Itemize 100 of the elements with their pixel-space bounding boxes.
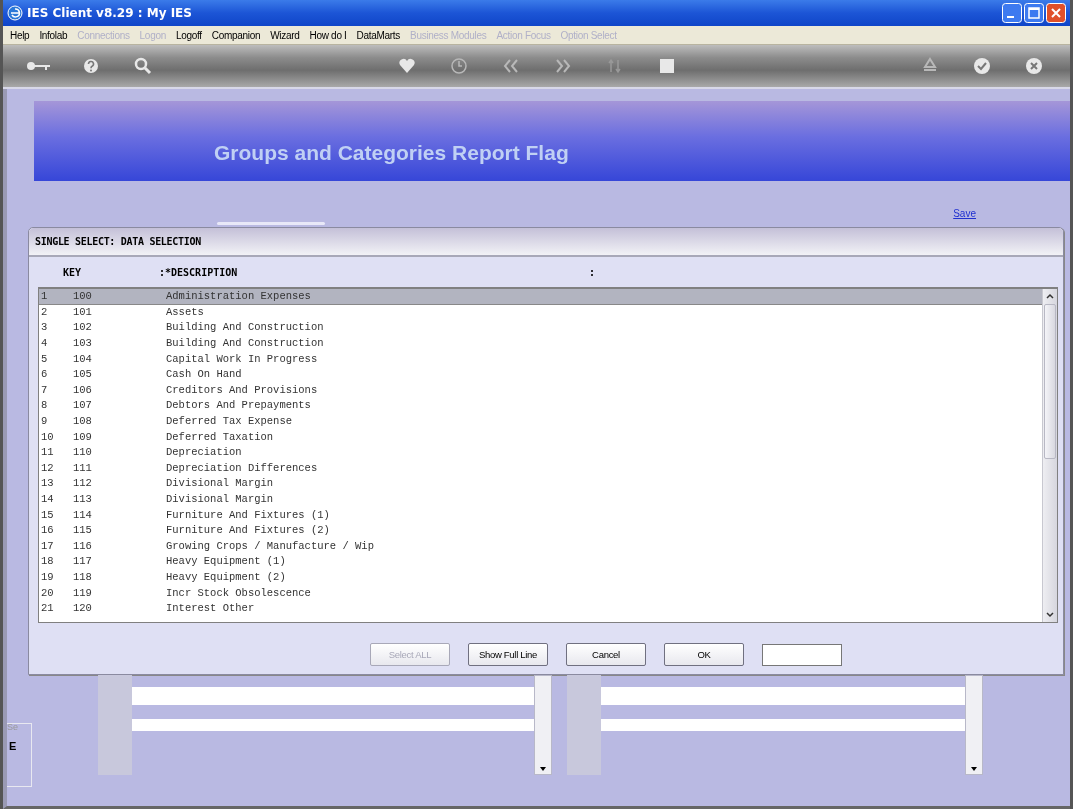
row-number: 11 (40, 446, 55, 459)
key-cell-text: 103 (72, 337, 93, 350)
search-icon[interactable] (134, 57, 152, 75)
key-cell-text: 110 (72, 446, 93, 459)
list-row[interactable]: 13 112 Divisional Margin (39, 476, 1042, 492)
list-row[interactable]: 2 101 Assets (39, 304, 1042, 321)
list-row[interactable]: 10 109 Deferred Taxation (39, 429, 1042, 445)
key-cell-text: 115 (72, 524, 93, 537)
list-row[interactable]: 16 115 Furniture And Fixtures (2) (39, 522, 1042, 539)
column-header: KEY (63, 266, 83, 278)
row-number: 20 (40, 586, 55, 599)
menu-item[interactable]: How do I (304, 29, 352, 41)
row-number: 13 (40, 477, 55, 490)
description-cell-text: Deferred Taxation (166, 430, 275, 443)
list-row[interactable]: 1 100 Administration Expenses (39, 289, 1042, 305)
menu-item[interactable]: DataMarts (351, 29, 406, 41)
list-row[interactable]: 8 107 Debtors And Prepayments (39, 398, 1042, 414)
menu-item[interactable]: Companion (206, 29, 266, 41)
key-cell-text: 113 (72, 493, 93, 505)
close-icon[interactable] (1025, 57, 1043, 75)
list-row[interactable]: 15 114 Furniture And Fixtures (1) (39, 507, 1042, 523)
key-cell-text: 107 (72, 399, 93, 412)
double-left-icon[interactable] (501, 57, 520, 75)
list-row[interactable]: 20 119 Incr Stock Obsolescence (39, 585, 1042, 601)
text-field[interactable] (132, 719, 534, 731)
square-icon[interactable] (657, 57, 676, 75)
description-cell-text: Incr Stock Obsolescence (166, 586, 312, 599)
description-cell-text: Administration Expenses (166, 290, 312, 303)
list-row[interactable]: 3 102 Building And Construction (39, 320, 1042, 336)
description-cell-text: Divisional Margin (166, 493, 275, 505)
list-row[interactable]: 17 116 Growing Crops / Manufacture / Wip (39, 538, 1042, 555)
list-row[interactable]: 11 110 Depreciation (39, 444, 1042, 461)
description-cell-text: Depreciation Differences (166, 461, 319, 474)
list-row[interactable]: 12 111 Depreciation Differences (39, 460, 1042, 477)
heart-icon[interactable] (397, 57, 416, 75)
menu-item[interactable]: Logoff (170, 29, 207, 41)
menu-item[interactable]: Infolab (34, 29, 73, 41)
menu-item[interactable]: Help (5, 29, 35, 41)
double-right-icon[interactable] (553, 57, 572, 75)
description-cell-text: Heavy Equipment (1) (166, 555, 287, 568)
list-row[interactable]: 6 105 Cash On Hand (39, 366, 1042, 383)
key-cell-text: 105 (72, 368, 93, 381)
list-row[interactable]: 9 108 Deferred Tax Expense (39, 413, 1042, 430)
row-number: 7 (40, 383, 49, 396)
row-number: 18 (40, 555, 55, 568)
scrollbar[interactable] (534, 675, 552, 775)
row-number: 3 (40, 321, 49, 334)
input-field[interactable] (762, 643, 842, 666)
key-cell-text: 108 (72, 415, 93, 428)
description-cell-text: Heavy Equipment (2) (166, 571, 287, 583)
text-field[interactable] (601, 719, 965, 731)
list-row[interactable]: 14 113 Divisional Margin (39, 491, 1042, 508)
description-cell-text: Furniture And Fixtures (1) (166, 508, 331, 521)
text-field[interactable] (601, 687, 965, 705)
scrollbar[interactable] (965, 675, 983, 775)
text-field[interactable] (132, 687, 534, 705)
close-icon[interactable] (1046, 3, 1066, 23)
scrollbar[interactable] (1042, 289, 1057, 622)
key-cell-text: 114 (72, 508, 93, 521)
save-link[interactable]: Save (953, 208, 976, 219)
row-number: 1 (40, 290, 49, 303)
key-cell-text: 111 (72, 461, 93, 474)
description-cell-text: Depreciation (166, 446, 243, 459)
list-row[interactable]: 18 117 Heavy Equipment (1) (39, 554, 1042, 570)
dialog-button[interactable]: Show Full Line (468, 643, 548, 666)
description-cell-text: Building And Construction (166, 321, 325, 334)
key-cell-text: 118 (72, 571, 93, 583)
help-icon[interactable] (82, 57, 100, 75)
description-cell-text: Capital Work In Progress (166, 352, 319, 365)
description-cell-text: Deferred Tax Expense (166, 415, 294, 428)
dialog-button[interactable]: OK (664, 643, 744, 666)
key-cell-text: 117 (72, 555, 93, 568)
list-row[interactable]: 19 118 Heavy Equipment (2) (39, 569, 1042, 586)
list-row[interactable]: 21 120 Interest Other (39, 600, 1042, 617)
key-cell-text: 116 (72, 539, 93, 552)
row-number: 19 (40, 571, 55, 583)
dialog-button[interactable]: Cancel (566, 643, 646, 666)
list-row[interactable]: 7 106 Creditors And Provisions (39, 382, 1042, 399)
description-cell-text: Creditors And Provisions (166, 383, 319, 396)
side-label: E (8, 740, 18, 752)
clock-icon[interactable] (449, 57, 468, 75)
key-cell-text: 106 (72, 383, 93, 396)
check-icon[interactable] (973, 57, 991, 75)
key-cell-text: 102 (72, 321, 93, 334)
row-number: 5 (40, 352, 49, 365)
description-cell-text: Debtors And Prepayments (166, 399, 312, 412)
menu-item[interactable]: Wizard (265, 29, 305, 41)
scroll-thumb[interactable] (1044, 304, 1056, 459)
description-cell-text: Assets (166, 305, 205, 318)
list-row[interactable]: 4 103 Building And Construction (39, 335, 1042, 352)
row-number: 8 (40, 399, 49, 412)
key-cell-text: 109 (72, 430, 93, 443)
row-number: 6 (40, 368, 49, 381)
description-cell-text: Cash On Hand (166, 368, 243, 381)
row-number: 9 (40, 415, 49, 428)
minimize-icon[interactable] (1002, 3, 1022, 23)
maximize-icon[interactable] (1024, 3, 1044, 23)
row-number: 10 (40, 430, 55, 443)
list-row[interactable]: 5 104 Capital Work In Progress (39, 351, 1042, 367)
description-cell-text: Growing Crops / Manufacture / Wip (166, 539, 375, 552)
